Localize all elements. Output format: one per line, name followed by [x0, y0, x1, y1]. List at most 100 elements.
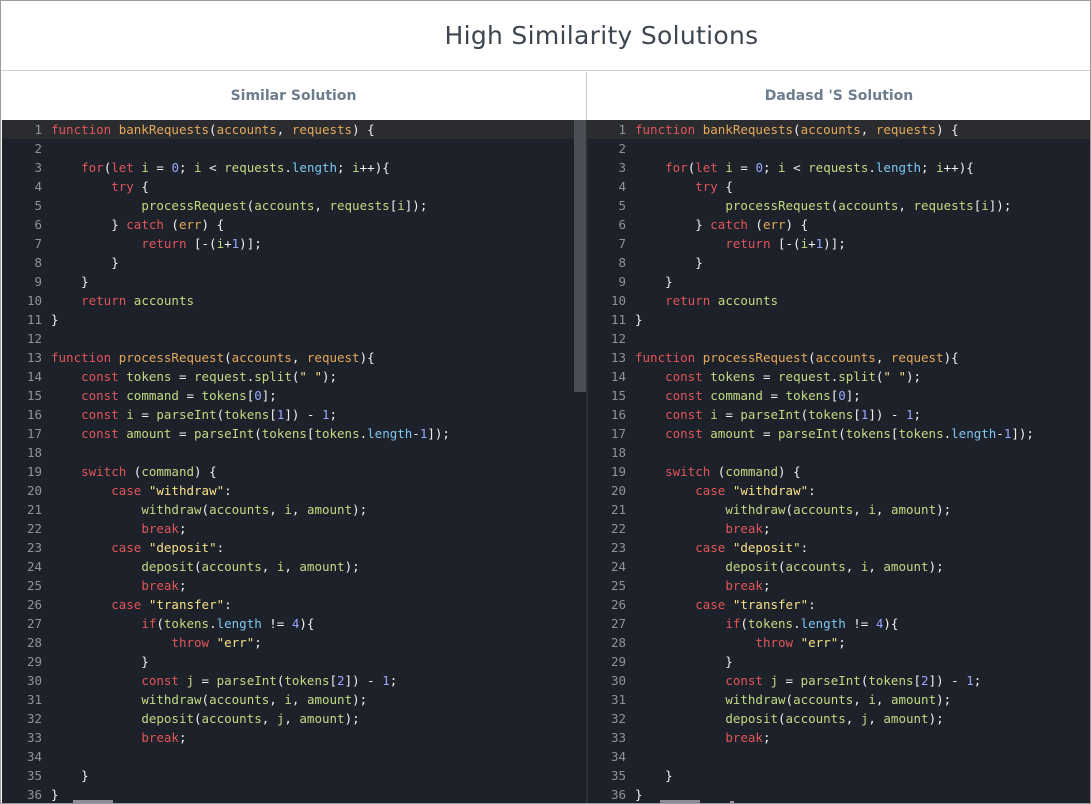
line-number: 17 — [610, 426, 626, 441]
code-text: break; — [725, 730, 771, 745]
code-text: function processRequest(accounts, reques… — [51, 350, 375, 365]
code-text: const i = parseInt(tokens[1]) - 1; — [81, 407, 338, 422]
code-text: const tokens = request.split(" "); — [81, 369, 338, 384]
code-line: 27 if(tokens.length != 4){ — [588, 614, 1090, 633]
code-line: 19 switch (command) { — [588, 462, 1090, 481]
code-text: } — [51, 654, 149, 669]
code-text: function processRequest(accounts, reques… — [635, 350, 959, 365]
line-number: 31 — [610, 692, 626, 707]
user-solution-code-editor[interactable]: 1 function bankRequests(accounts, request… — [588, 120, 1090, 803]
code-line: 12 — [2, 329, 587, 348]
horizontal-scrollbar[interactable] — [73, 800, 113, 803]
line-number: 16 — [26, 407, 42, 422]
line-number: 12 — [610, 331, 626, 346]
code-text: } — [51, 787, 59, 802]
line-number: 4 — [34, 179, 42, 194]
code-text: break; — [725, 521, 771, 536]
dialog-title: High Similarity Solutions — [444, 21, 759, 50]
code-line: 22 break; — [588, 519, 1090, 538]
line-number: 6 — [618, 217, 626, 232]
code-line: 7 return [-(i+1)]; — [2, 234, 587, 253]
code-text: processRequest(accounts, requests[i]); — [725, 198, 1012, 213]
line-number: 31 — [26, 692, 42, 707]
line-number: 24 — [610, 559, 626, 574]
code-line: 1 function bankRequests(accounts, request… — [2, 120, 587, 139]
code-line: 34 — [2, 747, 587, 766]
code-line: 30 const j = parseInt(tokens[2]) - 1; — [2, 671, 587, 690]
code-text: case "deposit": — [111, 540, 225, 555]
line-number: 34 — [610, 749, 626, 764]
code-line: 5 processRequest(accounts, requests[i]); — [2, 196, 587, 215]
code-text: withdraw(accounts, i, amount); — [725, 692, 952, 707]
code-line: 16 const i = parseInt(tokens[1]) - 1; — [588, 405, 1090, 424]
code-line: 5 processRequest(accounts, requests[i]); — [588, 196, 1090, 215]
line-number: 8 — [618, 255, 626, 270]
code-line: 8 } — [588, 253, 1090, 272]
line-number: 4 — [618, 179, 626, 194]
line-number: 19 — [610, 464, 626, 479]
code-text: withdraw(accounts, i, amount); — [141, 692, 368, 707]
code-line: 34 — [588, 747, 1090, 766]
code-line: 31 withdraw(accounts, i, amount); — [588, 690, 1090, 709]
line-number: 33 — [26, 730, 42, 745]
code-line: 2 — [2, 139, 587, 158]
line-number: 28 — [610, 635, 626, 650]
code-line: 11} — [2, 310, 587, 329]
code-text: } — [635, 255, 703, 270]
line-number: 2 — [34, 141, 42, 156]
line-number: 5 — [618, 198, 626, 213]
code-line: 4 try { — [2, 177, 587, 196]
line-number: 6 — [34, 217, 42, 232]
line-number: 13 — [26, 350, 42, 365]
code-text: const command = tokens[0]; — [665, 388, 861, 403]
code-text: deposit(accounts, i, amount); — [141, 559, 360, 574]
line-number: 25 — [26, 578, 42, 593]
code-line: 35 } — [2, 766, 587, 785]
line-number: 13 — [610, 350, 626, 365]
code-line: 25 break; — [588, 576, 1090, 595]
code-text: for(let i = 0; i < requests.length; i++)… — [665, 160, 974, 175]
line-number: 36 — [610, 787, 626, 802]
code-line: 9 } — [2, 272, 587, 291]
code-line: 32 deposit(accounts, j, amount); — [588, 709, 1090, 728]
code-text: break; — [141, 730, 187, 745]
code-text: case "transfer": — [695, 597, 816, 612]
code-line: 12 — [588, 329, 1090, 348]
similar-solution-label: Similar Solution — [230, 88, 357, 104]
code-text: const command = tokens[0]; — [81, 388, 277, 403]
line-number: 35 — [610, 768, 626, 783]
line-number: 11 — [26, 312, 42, 327]
code-line: 31 withdraw(accounts, i, amount); — [2, 690, 587, 709]
code-text: return [-(i+1)]; — [725, 236, 846, 251]
code-text: case "withdraw": — [695, 483, 816, 498]
line-number: 1 — [34, 122, 42, 137]
code-text: break; — [141, 521, 187, 536]
code-line: 6 } catch (err) { — [2, 215, 587, 234]
code-line: 13 function processRequest(accounts, requ… — [588, 348, 1090, 367]
code-line: 20 case "withdraw": — [2, 481, 587, 500]
line-number: 25 — [610, 578, 626, 593]
code-line: 3 for(let i = 0; i < requests.length; i+… — [588, 158, 1090, 177]
similar-solution-code-editor[interactable]: 1 function bankRequests(accounts, request… — [2, 120, 587, 803]
code-text: const amount = parseInt(tokens[tokens.le… — [81, 426, 450, 441]
code-line: 33 break; — [2, 728, 587, 747]
code-text: deposit(accounts, j, amount); — [141, 711, 360, 726]
line-number: 11 — [610, 312, 626, 327]
vertical-scrollbar[interactable] — [574, 120, 586, 392]
horizontal-scrollbar[interactable] — [660, 800, 700, 803]
line-number: 27 — [610, 616, 626, 631]
code-text: if(tokens.length != 4){ — [141, 616, 315, 631]
code-text: return accounts — [81, 293, 195, 308]
line-number: 16 — [610, 407, 626, 422]
code-text: throw "err"; — [171, 635, 262, 650]
line-number: 32 — [610, 711, 626, 726]
code-text: case "withdraw": — [111, 483, 232, 498]
code-line: 17 const amount = parseInt(tokens[tokens… — [2, 424, 587, 443]
code-line: 30 const j = parseInt(tokens[2]) - 1; — [588, 671, 1090, 690]
line-number: 27 — [26, 616, 42, 631]
line-number: 21 — [610, 502, 626, 517]
line-number: 33 — [610, 730, 626, 745]
line-number: 8 — [34, 255, 42, 270]
code-line: 10 return accounts — [588, 291, 1090, 310]
code-text: } — [51, 768, 89, 783]
